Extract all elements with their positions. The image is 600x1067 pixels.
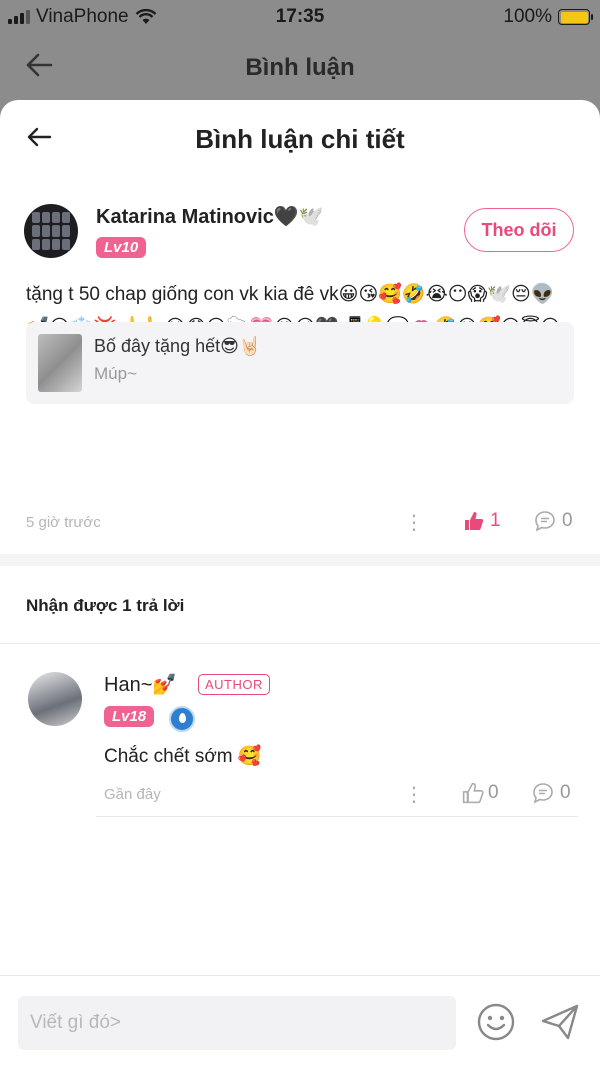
section-divider bbox=[0, 554, 600, 566]
reply-meta-row: Gần đây ⋮ 0 0 bbox=[104, 782, 574, 810]
comment-input-bar bbox=[0, 975, 600, 1067]
sheet-header: Bình luận chi tiết bbox=[0, 100, 600, 182]
comment-author-name[interactable]: Katarina Matinovic🖤🕊️ bbox=[96, 204, 324, 229]
comment-bubble-icon bbox=[535, 511, 555, 532]
reply-count: 0 bbox=[562, 510, 573, 531]
reply-timestamp: Gần đây bbox=[104, 786, 161, 803]
divider bbox=[0, 643, 600, 644]
battery-icon bbox=[558, 9, 593, 25]
background-title: Bình luận bbox=[245, 54, 355, 81]
quoted-chapter-card[interactable]: Bố đây tặng hết😎🤘🏻 Múp~ bbox=[26, 322, 574, 404]
comment-input[interactable] bbox=[18, 996, 456, 1050]
chapter-thumbnail bbox=[38, 334, 82, 392]
like-count: 0 bbox=[488, 782, 499, 803]
replies-count-heading: Nhận được 1 trả lời bbox=[26, 596, 185, 615]
emoji-icon[interactable] bbox=[476, 1002, 516, 1042]
follow-button[interactable]: Theo dõi bbox=[464, 208, 574, 252]
reply-text: Chắc chết sớm 🥰 bbox=[104, 746, 262, 767]
level-badge: Lv18 bbox=[104, 706, 155, 727]
reply-button[interactable]: 0 bbox=[534, 510, 573, 532]
status-bar: VinaPhone 17:35 100% bbox=[0, 0, 600, 34]
divider bbox=[96, 816, 578, 817]
sheet-title: Bình luận chi tiết bbox=[195, 124, 405, 154]
like-count: 1 bbox=[490, 510, 501, 531]
reply-author-name[interactable]: Han~💅 bbox=[104, 672, 177, 697]
reply-button[interactable]: 0 bbox=[532, 782, 571, 804]
battery-group: 100% bbox=[503, 6, 593, 28]
comment-timestamp: 5 giờ trước bbox=[26, 514, 101, 531]
more-options-icon[interactable]: ⋮ bbox=[404, 782, 424, 807]
background-header: Bình luận bbox=[0, 34, 600, 100]
comment-bubble-icon bbox=[533, 783, 553, 804]
send-icon[interactable] bbox=[540, 1002, 580, 1042]
thumbs-up-outline-icon bbox=[462, 782, 484, 804]
author-tag: AUTHOR bbox=[198, 674, 270, 695]
quoted-title: Bố đây tặng hết😎🤘🏻 bbox=[94, 336, 262, 356]
reply-count: 0 bbox=[560, 782, 571, 803]
comment-meta-row: 5 giờ trước ⋮ 1 0 bbox=[26, 510, 574, 536]
comment-detail-sheet: Bình luận chi tiết Katarina Matinovic🖤🕊️… bbox=[0, 100, 600, 1067]
like-button[interactable]: 1 bbox=[464, 510, 501, 532]
quoted-author: Múp~ bbox=[94, 364, 137, 383]
water-drop-badge-icon bbox=[169, 706, 195, 732]
more-options-icon[interactable]: ⋮ bbox=[404, 510, 424, 535]
thumbs-up-filled-icon bbox=[465, 512, 484, 530]
like-button[interactable]: 0 bbox=[462, 782, 499, 804]
battery-percent: 100% bbox=[503, 6, 552, 27]
reply-avatar[interactable] bbox=[28, 672, 82, 726]
avatar[interactable] bbox=[24, 204, 78, 258]
level-badge: Lv10 bbox=[96, 237, 147, 258]
